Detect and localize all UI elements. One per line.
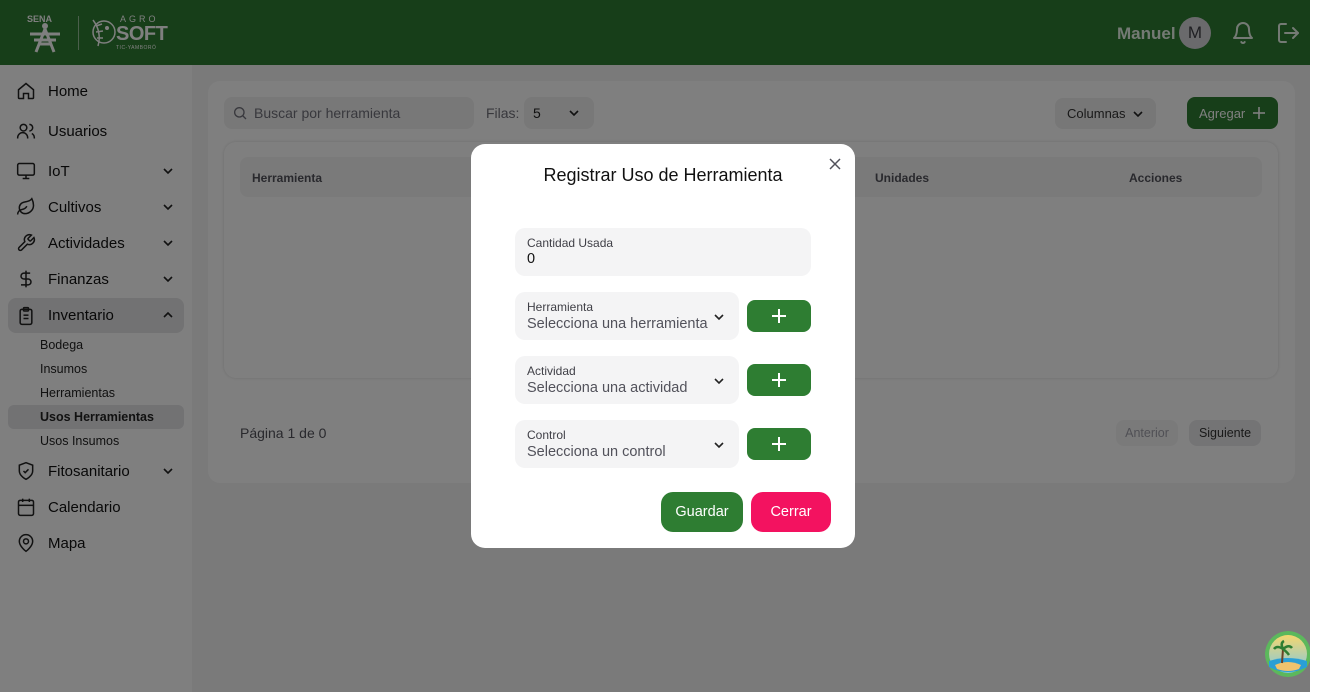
plus-icon <box>772 437 786 451</box>
tool-select[interactable]: Herramienta Selecciona una herramienta <box>515 292 739 340</box>
control-select[interactable]: Control Selecciona un control <box>515 420 739 468</box>
assistant-bubble-icon[interactable] <box>1265 631 1311 677</box>
register-tool-use-modal: Registrar Uso de Herramienta Cantidad Us… <box>471 144 855 548</box>
quantity-label: Cantidad Usada <box>527 236 614 250</box>
modal-title: Registrar Uso de Herramienta <box>543 165 783 185</box>
tool-label: Herramienta <box>527 300 594 314</box>
add-tool-button[interactable] <box>747 300 811 332</box>
tool-placeholder: Selecciona una herramienta <box>527 316 708 332</box>
cancel-button[interactable]: Cerrar <box>751 492 831 532</box>
plus-icon <box>772 309 786 323</box>
control-label: Control <box>527 428 566 442</box>
chevron-down-icon <box>714 314 724 321</box>
quantity-field[interactable]: Cantidad Usada 0 <box>515 228 811 276</box>
page-gutter <box>1310 0 1324 692</box>
add-control-button[interactable] <box>747 428 811 460</box>
add-activity-button[interactable] <box>747 364 811 396</box>
plus-icon <box>772 373 786 387</box>
chevron-down-icon <box>714 378 724 385</box>
activity-label: Actividad <box>527 364 576 378</box>
activity-placeholder: Selecciona una actividad <box>527 380 688 396</box>
quantity-value[interactable]: 0 <box>527 251 535 267</box>
chevron-down-icon <box>714 442 724 449</box>
app-root: SENA AGRO SOFT TIC-YAMBORÓ Manuel M H <box>0 0 1311 692</box>
save-button[interactable]: Guardar <box>661 492 743 532</box>
activity-select[interactable]: Actividad Selecciona una actividad <box>515 356 739 404</box>
close-icon[interactable] <box>828 157 842 171</box>
control-placeholder: Selecciona un control <box>527 444 666 460</box>
